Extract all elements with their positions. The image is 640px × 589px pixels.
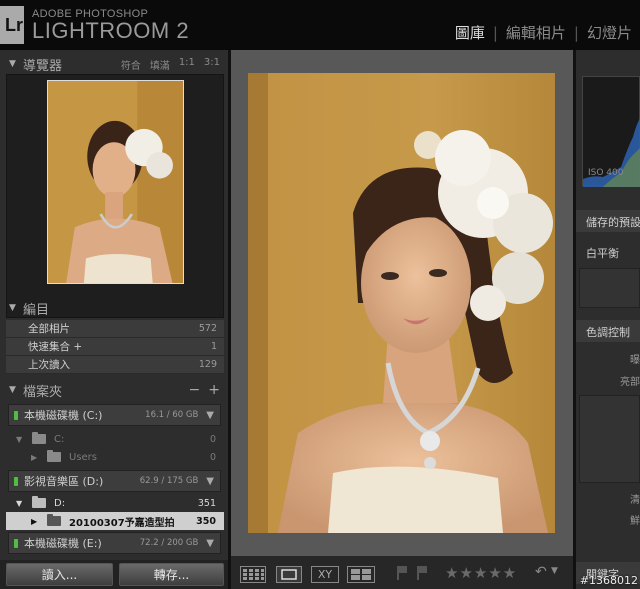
folder-icon xyxy=(32,432,46,444)
expand-triangle-icon[interactable]: ▶ xyxy=(31,517,41,526)
module-picker: 圖庫 | 編輯相片 | 幻燈片 xyxy=(447,22,640,43)
folder-icon xyxy=(47,450,61,462)
import-button[interactable]: 讀入... xyxy=(6,563,113,586)
folder-count: 0 xyxy=(209,433,216,445)
survey-view-icon[interactable] xyxy=(347,566,375,583)
main-photo[interactable] xyxy=(248,73,555,533)
expand-triangle-icon[interactable]: ▼ xyxy=(16,499,26,508)
catalog-item-label: 快速集合 + xyxy=(28,341,83,353)
catalog-item-label: 上次讀入 xyxy=(28,359,70,371)
compare-view-icon[interactable]: XY xyxy=(311,566,339,583)
catalog-item-quick-collection[interactable]: 快速集合 + 1 xyxy=(6,338,224,356)
catalog-item-label: 全部相片 xyxy=(28,323,70,335)
navigator-preview xyxy=(6,74,224,318)
zoom-3-1[interactable]: 3:1 xyxy=(204,57,220,72)
library-toolbar: XY ★★★★★ ↶ ▼ xyxy=(231,556,573,589)
collapse-triangle-icon[interactable]: ▼ xyxy=(9,385,19,395)
remove-folder-icon[interactable]: − xyxy=(189,382,201,398)
catalog-list: 全部相片 572 快速集合 + 1 上次讀入 129 xyxy=(6,320,224,374)
navigator-thumbnail[interactable] xyxy=(47,80,184,284)
exposure-label: 曝 xyxy=(630,355,640,366)
zoom-fit[interactable]: 符合 xyxy=(121,57,141,72)
volume-space: 16.1 / 60 GB xyxy=(145,410,199,420)
lr-logo: Lr xyxy=(0,6,24,44)
module-slideshow[interactable]: 幻燈片 xyxy=(579,22,640,43)
folder-row-selected[interactable]: ▶ 20100307予嘉造型拍 350 xyxy=(6,512,224,530)
zoom-fill[interactable]: 填滿 xyxy=(150,57,170,72)
volume-name: 本機磁碟機 (E:) xyxy=(24,537,102,550)
flag-unflagged-icon[interactable] xyxy=(397,566,407,580)
module-library[interactable]: 圖庫 xyxy=(447,22,493,43)
product-name: LIGHTROOM 2 xyxy=(32,18,190,43)
volume-name: 本機磁碟機 (C:) xyxy=(24,409,103,422)
white-balance-control[interactable] xyxy=(579,268,640,308)
add-folder-icon[interactable]: + xyxy=(208,382,220,398)
navigator-title: 導覽器 xyxy=(23,58,63,74)
flag-rejected-icon[interactable] xyxy=(417,566,427,580)
volume-dropdown-icon[interactable]: ▼ xyxy=(206,410,214,421)
rotate-icon[interactable]: ↶ xyxy=(535,564,547,580)
saved-preset-header[interactable]: 儲存的預設 xyxy=(576,210,640,232)
vibrance-label: 鮮 xyxy=(630,516,640,527)
folder-name: 20100307予嘉造型拍 xyxy=(69,517,175,529)
right-panel: ISO 400 儲存的預設 白平衡 色調控制 曝 亮部 清 鮮 關鍵字 xyxy=(576,50,640,589)
folders-title: 檔案夾 xyxy=(23,384,63,400)
volume-status-led xyxy=(14,476,18,486)
volume-d[interactable]: 影視音樂區 (D:) 62.9 / 175 GB ▼ xyxy=(8,470,221,492)
folder-name: Users xyxy=(69,451,98,463)
volume-e[interactable]: 本機磁碟機 (E:) 72.2 / 200 GB ▼ xyxy=(8,532,221,554)
import-export-bar: 讀入... 轉存... xyxy=(0,560,228,589)
folders-header[interactable]: ▼ 檔案夾 − + xyxy=(0,380,228,400)
collapse-triangle-icon[interactable]: ▼ xyxy=(9,59,19,69)
toolbar-menu-chevron-icon[interactable]: ▼ xyxy=(551,566,558,576)
catalog-item-count: 129 xyxy=(198,359,217,370)
folder-row-d[interactable]: ▼ D: 351 xyxy=(6,494,224,512)
watermark-id: #1368012 xyxy=(579,574,638,587)
clarity-label: 清 xyxy=(630,495,640,506)
folder-name: D: xyxy=(54,497,66,509)
folder-row-c[interactable]: ▼ C: 0 xyxy=(6,430,224,448)
folder-icon xyxy=(32,496,46,508)
volume-status-led xyxy=(14,538,18,548)
navigator-header[interactable]: ▼ 導覽器 符合 填滿 1:1 3:1 xyxy=(0,54,228,74)
identity-plate: Lr ADOBE PHOTOSHOP LIGHTROOM 2 圖庫 | 編輯相片… xyxy=(0,0,640,50)
catalog-item-count: 572 xyxy=(198,323,217,334)
loupe-view xyxy=(231,50,573,556)
catalog-header[interactable]: ▼ 編目 xyxy=(0,298,228,318)
catalog-item-count: 1 xyxy=(210,341,217,352)
collapse-triangle-icon[interactable]: ▼ xyxy=(9,303,19,313)
zoom-1-1[interactable]: 1:1 xyxy=(179,57,195,72)
catalog-title: 編目 xyxy=(23,302,50,318)
volume-space: 72.2 / 200 GB xyxy=(139,538,199,548)
highlights-label: 亮部 xyxy=(620,377,640,388)
volume-space: 62.9 / 175 GB xyxy=(139,476,199,486)
folder-count: 350 xyxy=(196,515,216,527)
catalog-item-all-photos[interactable]: 全部相片 572 xyxy=(6,320,224,338)
folder-name: C: xyxy=(54,433,65,445)
volume-dropdown-icon[interactable]: ▼ xyxy=(206,476,214,487)
volume-c[interactable]: 本機磁碟機 (C:) 16.1 / 60 GB ▼ xyxy=(8,404,221,426)
folder-icon xyxy=(47,514,61,526)
tone-control-header[interactable]: 色調控制 xyxy=(576,320,640,342)
loupe-view-icon[interactable] xyxy=(276,566,302,583)
expand-triangle-icon[interactable]: ▼ xyxy=(16,435,26,444)
export-button[interactable]: 轉存... xyxy=(119,563,224,586)
left-panel: ▼ 導覽器 符合 填滿 1:1 3:1 ▼ 編目 全部相片 572 快速集合 +… xyxy=(0,50,228,589)
zoom-options: 符合 填滿 1:1 3:1 xyxy=(121,57,220,72)
folder-actions: − + xyxy=(189,382,220,398)
white-balance-label: 白平衡 xyxy=(586,247,619,260)
star-rating[interactable]: ★★★★★ xyxy=(445,564,517,582)
tone-sliders[interactable] xyxy=(579,395,640,483)
folder-row-users[interactable]: ▶ Users 0 xyxy=(6,448,224,466)
grid-view-icon[interactable] xyxy=(240,566,266,583)
volume-status-led xyxy=(14,410,18,420)
iso-readout: ISO 400 xyxy=(588,168,624,178)
expand-triangle-icon[interactable]: ▶ xyxy=(31,453,41,462)
catalog-item-previous-import[interactable]: 上次讀入 129 xyxy=(6,356,224,374)
volume-name: 影視音樂區 (D:) xyxy=(24,475,104,488)
volume-dropdown-icon[interactable]: ▼ xyxy=(206,538,214,549)
module-develop[interactable]: 編輯相片 xyxy=(498,22,574,43)
folder-count: 0 xyxy=(209,451,216,463)
folder-count: 351 xyxy=(197,497,216,509)
